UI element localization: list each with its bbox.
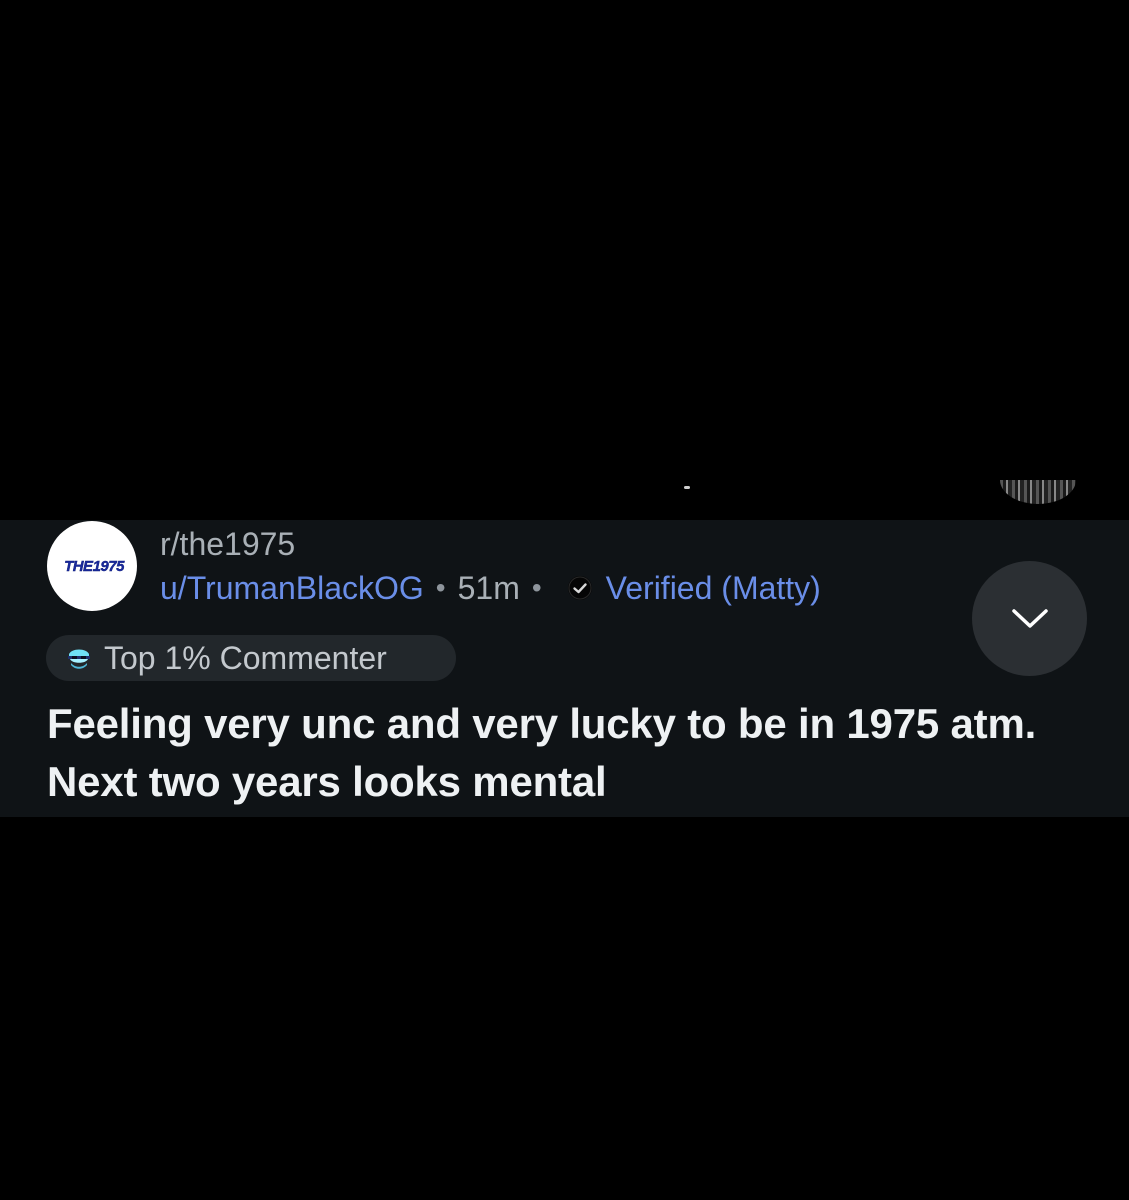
comment-body: Feeling very unc and very lucky to be in… <box>47 700 1037 805</box>
flair-label: Top 1% Commenter <box>104 640 387 676</box>
verified-label[interactable]: Verified (Matty) <box>606 568 821 608</box>
bottom-black-area <box>0 817 1129 1200</box>
subreddit-avatar[interactable]: THE1975 <box>47 521 137 611</box>
meta-separator: • <box>435 572 446 603</box>
username-link[interactable]: u/TrumanBlackOG <box>160 568 424 608</box>
top-black-area <box>0 0 1129 520</box>
avatar-logo: THE1975 <box>64 557 125 575</box>
top-commenter-icon <box>64 643 94 673</box>
comment-meta: u/TrumanBlackOG • 51m • Verified (Matty) <box>160 567 821 609</box>
verified-check-icon <box>567 576 592 600</box>
meta-separator: • <box>531 572 542 603</box>
subreddit-link[interactable]: r/the1975 <box>160 524 295 564</box>
collapse-button[interactable] <box>972 561 1087 676</box>
user-flair: Top 1% Commenter <box>46 635 456 681</box>
chevron-down-icon <box>1011 608 1048 628</box>
cropped-fragment <box>684 486 690 489</box>
comment-time: 51m <box>457 570 520 606</box>
cropped-image-fragment <box>1000 480 1076 504</box>
